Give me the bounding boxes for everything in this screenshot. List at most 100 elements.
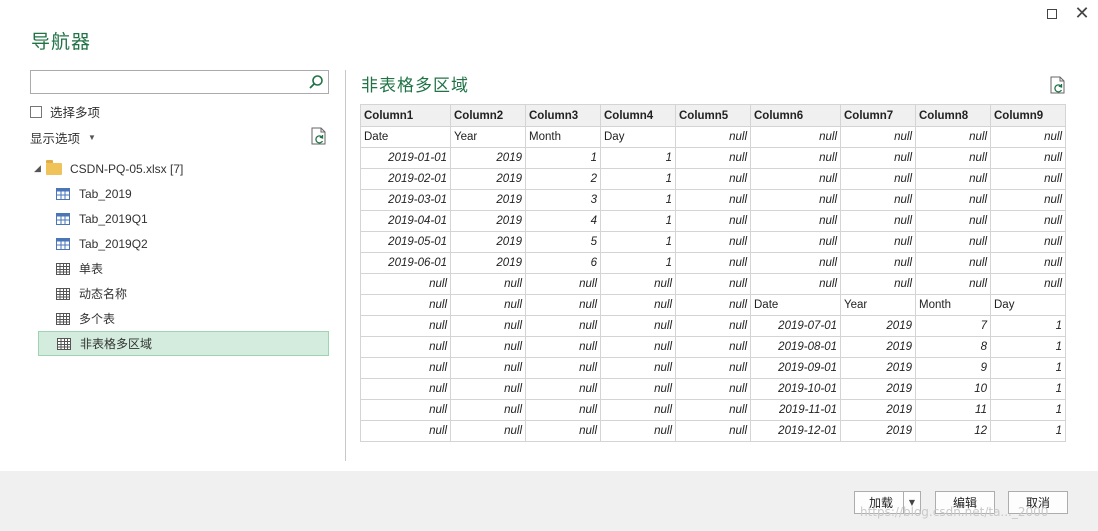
table-icon bbox=[56, 187, 70, 200]
table-cell: 11 bbox=[915, 399, 991, 421]
maximize-button[interactable] bbox=[1040, 4, 1064, 24]
table-cell: null bbox=[915, 189, 991, 211]
table-cell: null bbox=[600, 420, 676, 442]
table-cell: null bbox=[675, 336, 751, 358]
table-row: null null null null null null null null null bbox=[360, 273, 1066, 295]
search-input[interactable] bbox=[30, 70, 329, 94]
table-cell: Day bbox=[600, 126, 676, 148]
table-cell: null bbox=[750, 189, 841, 211]
tree-item-tab-2019q2[interactable]: Tab_2019Q2 bbox=[30, 231, 330, 256]
table-cell: null bbox=[450, 315, 526, 337]
table-cell: null bbox=[840, 147, 916, 169]
table-cell: 1 bbox=[600, 210, 676, 232]
search-icon[interactable] bbox=[308, 74, 324, 90]
tree-item-label: 单表 bbox=[79, 262, 104, 276]
table-cell: null bbox=[840, 210, 916, 232]
table-cell: 2 bbox=[525, 168, 601, 190]
display-options-label: 显示选项 bbox=[30, 132, 81, 146]
tree-item-label: 非表格多区域 bbox=[80, 337, 153, 351]
preview-title: 非表格多区域 bbox=[361, 76, 469, 96]
tree-item-label: 动态名称 bbox=[79, 287, 128, 301]
table-cell: null bbox=[840, 231, 916, 253]
table-cell: null bbox=[360, 378, 451, 400]
table-cell: null bbox=[990, 147, 1066, 169]
column-header[interactable]: Column5 bbox=[675, 104, 751, 127]
table-cell: null bbox=[600, 357, 676, 379]
close-button[interactable]: ✕ bbox=[1070, 4, 1094, 24]
table-cell: null bbox=[360, 294, 451, 316]
column-header[interactable]: Column2 bbox=[450, 104, 526, 127]
table-cell: null bbox=[840, 126, 916, 148]
maximize-icon bbox=[1047, 9, 1057, 19]
table-row: 2019-01-01 2019 1 1 null null null null null bbox=[360, 147, 1066, 169]
table-cell: null bbox=[450, 399, 526, 421]
tree-item-tab-2019[interactable]: Tab_2019 bbox=[30, 181, 330, 206]
folder-icon bbox=[46, 159, 62, 175]
preview-table: Column1 Column2 Column3 Column4 Column5 Colum… bbox=[360, 104, 1066, 442]
tree-root-workbook[interactable]: ◢ CSDN-PQ-05.xlsx [7] bbox=[30, 156, 330, 181]
table-row: null null null null null 2019-12-01 2019 12 1 bbox=[360, 420, 1066, 442]
display-options-dropdown[interactable]: 显示选项 ▼ bbox=[30, 128, 96, 147]
table-cell: null bbox=[915, 252, 991, 274]
table-cell: 2019-11-01 bbox=[750, 399, 841, 421]
dialog-footer bbox=[0, 471, 1098, 531]
refresh-preview-icon[interactable] bbox=[1050, 76, 1066, 94]
table-cell: 2019-04-01 bbox=[360, 210, 451, 232]
table-cell: null bbox=[360, 357, 451, 379]
table-cell: 2019 bbox=[840, 315, 916, 337]
table-cell: null bbox=[525, 273, 601, 295]
table-cell: Year bbox=[840, 294, 916, 316]
pane-divider[interactable] bbox=[345, 70, 346, 461]
table-cell: 2019 bbox=[450, 168, 526, 190]
tree-item-non-table-multi-region[interactable]: 非表格多区域 bbox=[38, 331, 329, 356]
column-header[interactable]: Column9 bbox=[990, 104, 1066, 127]
table-cell: null bbox=[915, 231, 991, 253]
table-cell: null bbox=[750, 231, 841, 253]
table-cell: 1 bbox=[525, 147, 601, 169]
refresh-icon[interactable] bbox=[311, 127, 327, 145]
table-cell: 2019 bbox=[450, 147, 526, 169]
table-cell: null bbox=[750, 168, 841, 190]
table-cell: null bbox=[750, 210, 841, 232]
table-cell: 2019-02-01 bbox=[360, 168, 451, 190]
table-cell: 2019 bbox=[840, 357, 916, 379]
table-cell: 2019-03-01 bbox=[360, 189, 451, 211]
table-cell: 1 bbox=[990, 420, 1066, 442]
tree-item-single-sheet[interactable]: 单表 bbox=[30, 256, 330, 281]
table-cell: Month bbox=[915, 294, 991, 316]
table-cell: null bbox=[525, 294, 601, 316]
table-cell: null bbox=[675, 210, 751, 232]
table-cell: null bbox=[915, 147, 991, 169]
column-header[interactable]: Column6 bbox=[750, 104, 841, 127]
table-cell: 1 bbox=[990, 315, 1066, 337]
column-header[interactable]: Column7 bbox=[840, 104, 916, 127]
tree-item-label: Tab_2019 bbox=[79, 186, 132, 201]
collapse-arrow-icon[interactable]: ◢ bbox=[34, 163, 46, 174]
table-cell: null bbox=[840, 273, 916, 295]
table-cell: 3 bbox=[525, 189, 601, 211]
table-cell: 7 bbox=[915, 315, 991, 337]
multi-select-option[interactable]: 选择多项 bbox=[30, 102, 100, 121]
column-header[interactable]: Column4 bbox=[600, 104, 676, 127]
table-cell: null bbox=[450, 357, 526, 379]
table-cell: Year bbox=[450, 126, 526, 148]
table-cell: null bbox=[600, 273, 676, 295]
table-row: null null null null null 2019-09-01 2019 9 1 bbox=[360, 357, 1066, 379]
tree-item-tab-2019q1[interactable]: Tab_2019Q1 bbox=[30, 206, 330, 231]
tree-item-dynamic-name[interactable]: 动态名称 bbox=[30, 281, 330, 306]
table-cell: Date bbox=[360, 126, 451, 148]
multi-select-checkbox[interactable] bbox=[30, 105, 42, 118]
table-cell: null bbox=[360, 399, 451, 421]
table-cell: null bbox=[360, 420, 451, 442]
table-cell: 2019 bbox=[450, 210, 526, 232]
tree-item-multiple-tables[interactable]: 多个表 bbox=[30, 306, 330, 331]
table-body: Date Year Month Day null null null null null 2019… bbox=[360, 126, 1066, 442]
column-header[interactable]: Column1 bbox=[360, 104, 451, 127]
table-cell: null bbox=[600, 399, 676, 421]
table-cell: null bbox=[750, 252, 841, 274]
sheet-icon bbox=[56, 312, 70, 325]
column-header[interactable]: Column8 bbox=[915, 104, 991, 127]
column-header[interactable]: Column3 bbox=[525, 104, 601, 127]
table-row: null null null null null 2019-10-01 2019 10 1 bbox=[360, 378, 1066, 400]
table-cell: 2019-09-01 bbox=[750, 357, 841, 379]
